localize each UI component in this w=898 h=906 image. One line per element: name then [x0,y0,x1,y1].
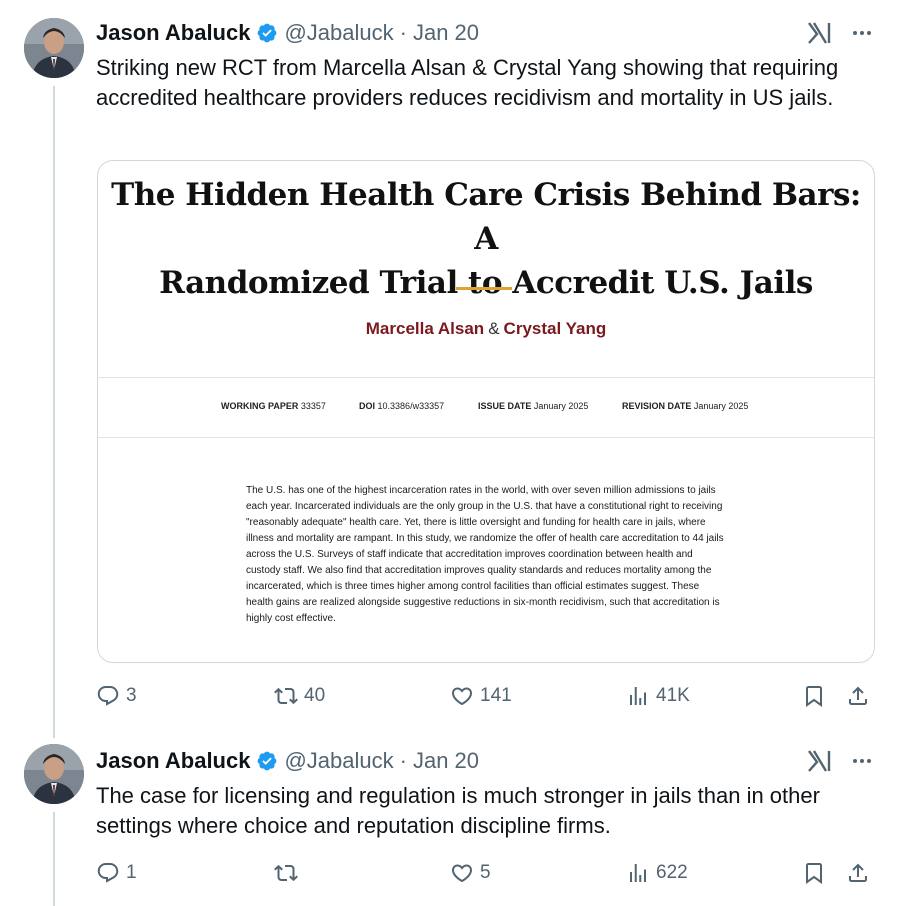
separator-dot: · [399,748,407,773]
reply-icon [97,863,119,883]
repost-button[interactable] [274,858,304,888]
reply-count: 1 [126,862,137,883]
paper-title: The Hidden Health Care Crisis Behind Bar… [98,173,874,305]
tweet-header: Jason Abaluck @Jabaluck · Jan 20 [96,18,874,48]
author-handle[interactable]: @Jabaluck [284,20,393,46]
tweet[interactable]: Jason Abaluck @Jabaluck · Jan 20 The cas… [0,738,898,906]
more-options-icon[interactable] [850,749,874,773]
avatar[interactable] [24,18,84,78]
heart-icon [451,864,473,883]
bookmark-icon [806,686,822,707]
share-icon [849,863,867,882]
paper-author: Crystal Yang [503,319,607,338]
working-paper-meta: WORKING PAPER 33357 [221,401,326,411]
reply-button[interactable]: 1 [96,858,137,888]
grok-icon[interactable] [806,749,832,773]
repost-count: 40 [304,685,326,706]
issue-date-meta: ISSUE DATE January 2025 [478,401,589,411]
share-button[interactable] [846,858,870,888]
avatar[interactable] [24,744,84,804]
author-ampersand: & [488,319,500,338]
tweet-header: Jason Abaluck @Jabaluck · Jan 20 [96,746,874,776]
paper-abstract: The U.S. has one of the highest incarcer… [246,485,724,624]
like-count: 141 [480,685,512,706]
like-button[interactable]: 141 [450,681,512,711]
separator-dot: · [399,20,407,45]
bookmark-icon [806,863,822,884]
views-count: 622 [656,862,688,883]
repost-icon [274,687,298,705]
paper-authors: Marcella Alsan & Crystal Yang [98,319,874,339]
divider [98,437,874,438]
tweet-text: Striking new RCT from Marcella Alsan & C… [96,55,839,110]
paper-title-line: The Hidden Health Care Crisis Behind Bar… [111,177,861,257]
paper-image-card[interactable]: The Hidden Health Care Crisis Behind Bar… [97,160,875,663]
grok-icon[interactable] [806,21,832,45]
paper-author: Marcella Alsan [365,319,485,338]
share-button[interactable] [846,681,870,711]
bookmark-button[interactable] [802,681,826,711]
tweet-date[interactable]: Jan 20 [413,20,479,46]
repost-icon [274,864,298,882]
revision-date-meta: REVISION DATE January 2025 [622,401,749,411]
tweet[interactable]: Jason Abaluck @Jabaluck · Jan 20 Strikin… [0,0,898,738]
decorative-rule [456,287,512,290]
verified-badge-icon[interactable] [256,22,278,44]
tweet-date[interactable]: Jan 20 [413,748,479,774]
views-button[interactable]: 622 [626,858,688,888]
divider [98,377,874,378]
author-name[interactable]: Jason Abaluck [96,20,250,46]
paper-title-line: Randomized Trial to Accredit U.S. Jails [159,265,813,301]
tweet-actions: 1 5 622 [96,858,880,888]
like-count: 5 [480,862,491,883]
reply-button[interactable]: 3 [96,681,137,711]
views-count: 41K [656,685,690,706]
repost-button[interactable]: 40 [274,681,325,711]
bookmark-button[interactable] [802,858,826,888]
views-button[interactable]: 41K [626,681,690,711]
doi-meta: DOI 10.3386/w33357 [359,401,445,411]
heart-icon [451,687,473,706]
share-icon [849,686,867,705]
like-button[interactable]: 5 [450,858,491,888]
author-name[interactable]: Jason Abaluck [96,748,250,774]
more-options-icon[interactable] [850,21,874,45]
verified-badge-icon[interactable] [256,750,278,772]
tweet-text: The case for licensing and regulation is… [96,783,820,838]
author-handle[interactable]: @Jabaluck [284,748,393,774]
tweet-actions: 3 40 141 41K [96,681,880,711]
views-chart-icon [630,687,646,705]
reply-count: 3 [126,685,137,706]
reply-icon [97,686,119,706]
views-chart-icon [630,864,646,882]
